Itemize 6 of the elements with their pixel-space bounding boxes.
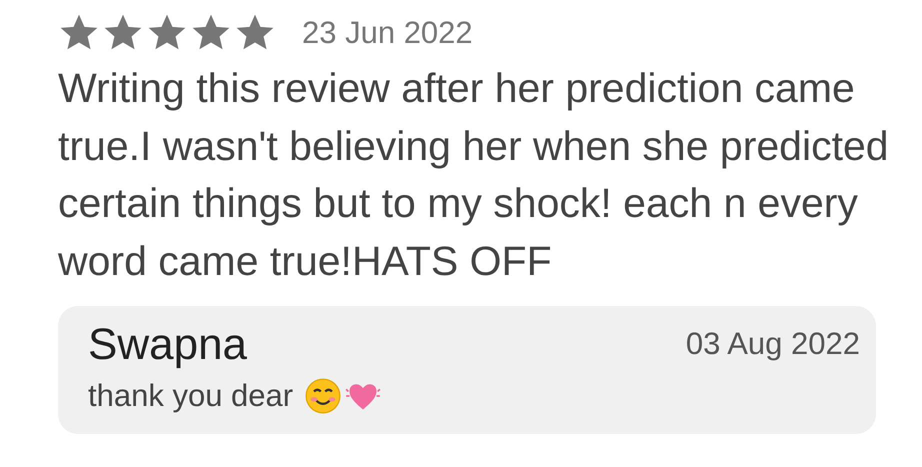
review-text: Writing this review after her prediction came true.I wasn't believing her when she predicted certain things but to my shock! each n every word came true!HATS OFF (58, 64, 890, 286)
reply-text: thank you dear (88, 378, 294, 414)
smiling-face-icon (305, 378, 342, 414)
reply-author: Swapna (88, 320, 248, 370)
review-date: 23 Jun 2022 (302, 15, 473, 51)
reply-date: 03 Aug 2022 (686, 326, 860, 362)
